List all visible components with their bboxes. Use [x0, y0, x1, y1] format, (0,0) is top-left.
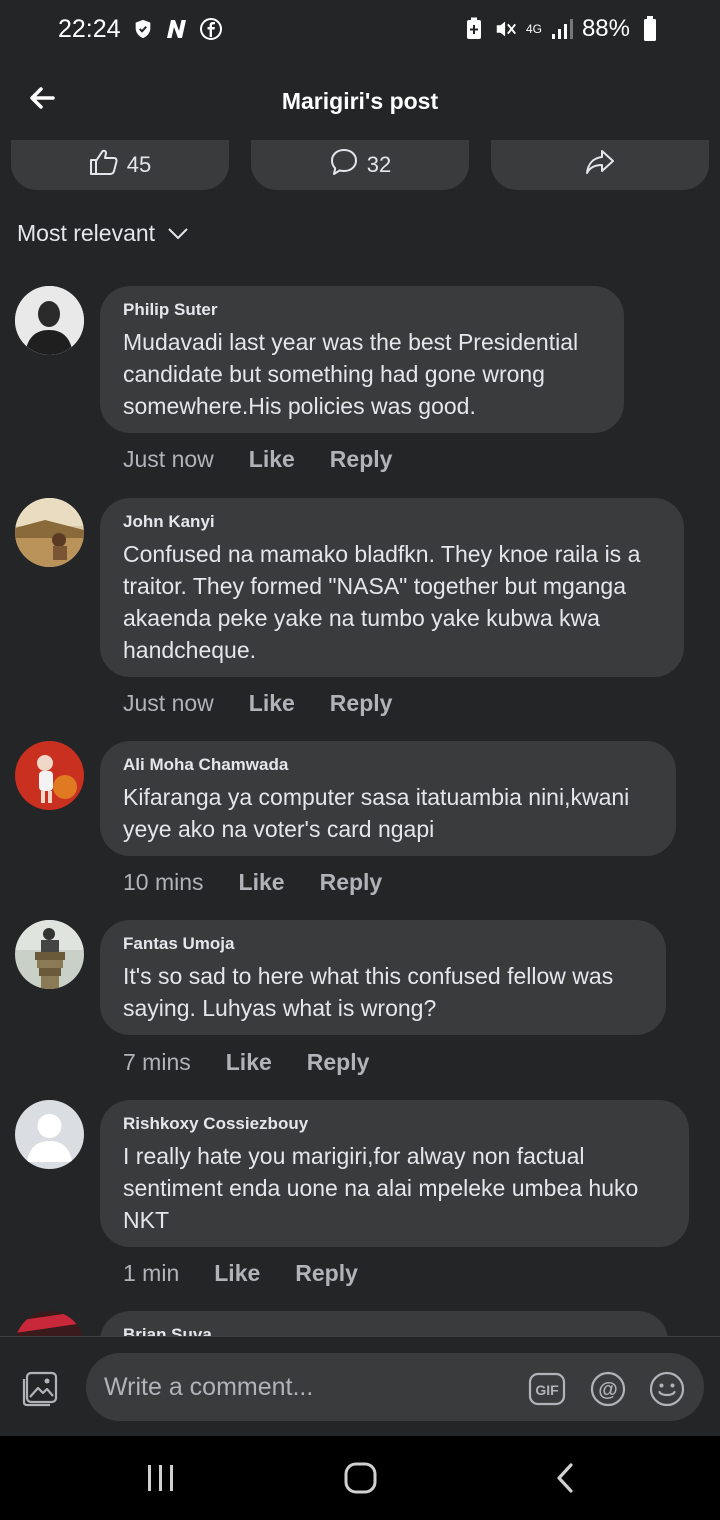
comment-item: Brian Suva: [0, 1311, 720, 1336]
avatar[interactable]: [15, 286, 84, 355]
status-bar-left: 22:24: [58, 15, 223, 44]
comment-composer: GIF @: [0, 1336, 720, 1436]
status-bar-right: 4G 88%: [462, 15, 662, 43]
comment-time: 1 min: [123, 1260, 180, 1286]
comment-text: Confused na mamako bladfkn. They knoe ra…: [123, 541, 641, 663]
avatar[interactable]: [15, 498, 84, 567]
comment-time: 10 mins: [123, 869, 204, 895]
comment-text: It's so sad to here what this confused f…: [123, 963, 614, 1021]
photo-gallery-icon[interactable]: [20, 1369, 60, 1409]
thumbs-up-icon: [89, 148, 119, 182]
svg-text:@: @: [598, 1379, 618, 1401]
gif-icon[interactable]: GIF: [528, 1370, 566, 1408]
comment-meta: Just now Like Reply: [123, 446, 392, 473]
sort-label: Most relevant: [17, 220, 156, 246]
avatar[interactable]: [15, 1100, 84, 1169]
svg-text:GIF: GIF: [535, 1382, 559, 1398]
comment-reply-button[interactable]: Reply: [330, 446, 393, 473]
comment-reply-button[interactable]: Reply: [295, 1260, 358, 1287]
shield-icon: [131, 17, 155, 41]
comment-bubble[interactable]: Ali Moha Chamwada Kifaranga ya computer …: [100, 741, 676, 856]
comment-bubble[interactable]: Brian Suva: [100, 1311, 668, 1336]
back-icon[interactable]: [540, 1458, 590, 1498]
comment-author[interactable]: Philip Suter: [123, 300, 601, 320]
chevron-down-icon: [167, 220, 189, 247]
comment-like-button[interactable]: Like: [249, 446, 295, 473]
mention-icon[interactable]: @: [589, 1370, 627, 1408]
post-actions: 45 32: [0, 140, 720, 190]
comment-meta: Just now Like Reply: [123, 690, 392, 717]
comment-author[interactable]: Brian Suva: [123, 1325, 645, 1336]
comment-author[interactable]: John Kanyi: [123, 512, 661, 532]
status-bar: 22:24 4G 88%: [0, 0, 720, 58]
network-type: 4G: [525, 21, 542, 36]
app-header: Marigiri's post: [0, 60, 720, 140]
battery-percent: 88%: [581, 15, 630, 42]
comment-reply-button[interactable]: Reply: [320, 869, 383, 896]
facebook-icon: [199, 17, 223, 41]
comment-text: Mudavadi last year was the best Presiden…: [123, 329, 579, 419]
comment-like-button[interactable]: Like: [239, 869, 285, 896]
comment-bubble[interactable]: Rishkoxy Cossiezbouy I really hate you m…: [100, 1100, 689, 1247]
mute-icon: [494, 17, 518, 41]
avatar[interactable]: [15, 1311, 84, 1336]
comment-bubble[interactable]: Philip Suter Mudavadi last year was the …: [100, 286, 624, 433]
comment-text: I really hate you marigiri,for alway non…: [123, 1143, 639, 1233]
comment-time: Just now: [123, 446, 214, 472]
comment-time: Just now: [123, 690, 214, 716]
comment-like-button[interactable]: Like: [214, 1260, 260, 1287]
share-button[interactable]: [491, 140, 709, 190]
status-time: 22:24: [58, 14, 121, 43]
comment-author[interactable]: Ali Moha Chamwada: [123, 755, 653, 775]
like-count: 45: [126, 152, 152, 177]
recent-apps-icon[interactable]: [136, 1458, 186, 1498]
page-title: Marigiri's post: [281, 87, 439, 114]
comment-text: Kifaranga ya computer sasa itatuambia ni…: [123, 784, 630, 842]
avatar[interactable]: [15, 920, 84, 989]
comment-author[interactable]: Fantas Umoja: [123, 934, 643, 954]
avatar[interactable]: [15, 741, 84, 810]
comment-bubble[interactable]: John Kanyi Confused na mamako bladfkn. T…: [100, 498, 684, 677]
battery-icon: [638, 16, 662, 41]
sort-dropdown[interactable]: Most relevant: [17, 220, 189, 247]
comment-like-button[interactable]: Like: [226, 1049, 272, 1076]
comment-meta: 7 mins Like Reply: [123, 1049, 369, 1076]
emoji-icon[interactable]: [648, 1370, 686, 1408]
comment-button[interactable]: 32: [251, 140, 469, 190]
back-arrow-icon[interactable]: [24, 80, 60, 116]
comment-bubble[interactable]: Fantas Umoja It's so sad to here what th…: [100, 920, 666, 1035]
battery-saver-icon: [462, 17, 486, 41]
signal-icon: [550, 17, 574, 41]
comment-meta: 10 mins Like Reply: [123, 869, 382, 896]
comment-meta: 1 min Like Reply: [123, 1260, 358, 1287]
comment-count: 32: [366, 152, 392, 177]
news-app-icon: [165, 17, 189, 41]
home-icon[interactable]: [336, 1458, 386, 1498]
comment-reply-button[interactable]: Reply: [330, 690, 393, 717]
comment-author[interactable]: Rishkoxy Cossiezbouy: [123, 1114, 666, 1134]
comment-time: 7 mins: [123, 1049, 191, 1075]
like-button[interactable]: 45: [11, 140, 229, 190]
comment-icon: [329, 147, 359, 183]
comment-like-button[interactable]: Like: [249, 690, 295, 717]
share-icon: [585, 148, 615, 182]
comment-reply-button[interactable]: Reply: [307, 1049, 370, 1076]
system-nav-bar: [0, 1436, 720, 1520]
